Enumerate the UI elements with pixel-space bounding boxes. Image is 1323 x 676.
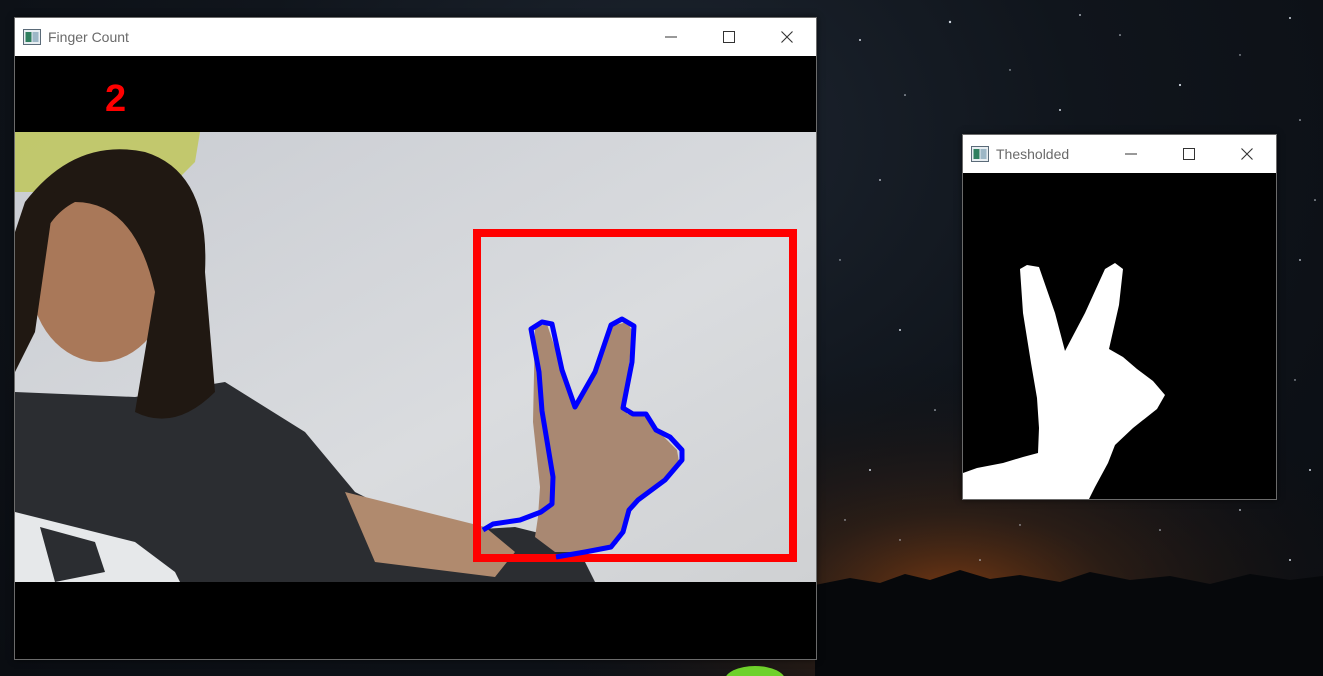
finger-count-title: Finger Count (48, 29, 129, 45)
threshold-mask (963, 263, 1165, 499)
maximize-icon (1183, 148, 1195, 160)
minimize-icon (1125, 153, 1137, 155)
camera-feed (15, 132, 816, 582)
close-button[interactable] (758, 18, 816, 56)
thresholded-title: Thesholded (996, 146, 1070, 162)
minimize-icon (665, 36, 677, 38)
finger-count-canvas: 2 (15, 56, 816, 659)
opencv-window-icon (971, 146, 989, 162)
finger-count-value: 2 (105, 78, 127, 120)
opencv-window-icon (23, 29, 41, 45)
close-button[interactable] (1218, 135, 1276, 173)
maximize-icon (723, 31, 735, 43)
minimize-button[interactable] (642, 18, 700, 56)
finger-count-window[interactable]: Finger Count 2 (14, 17, 817, 660)
webcam-frame (15, 132, 816, 582)
thresholded-window[interactable]: Thesholded (962, 134, 1277, 500)
close-icon (781, 31, 793, 43)
finger-count-titlebar[interactable]: Finger Count (15, 18, 816, 56)
thresholded-titlebar[interactable]: Thesholded (963, 135, 1276, 173)
close-icon (1241, 148, 1253, 160)
hand-mask-shape (963, 263, 1165, 499)
threshold-mask-canvas (963, 173, 1276, 499)
desktop-background: Finger Count 2 Thesholded (0, 0, 1323, 676)
minimize-button[interactable] (1102, 135, 1160, 173)
maximize-button[interactable] (700, 18, 758, 56)
maximize-button[interactable] (1160, 135, 1218, 173)
